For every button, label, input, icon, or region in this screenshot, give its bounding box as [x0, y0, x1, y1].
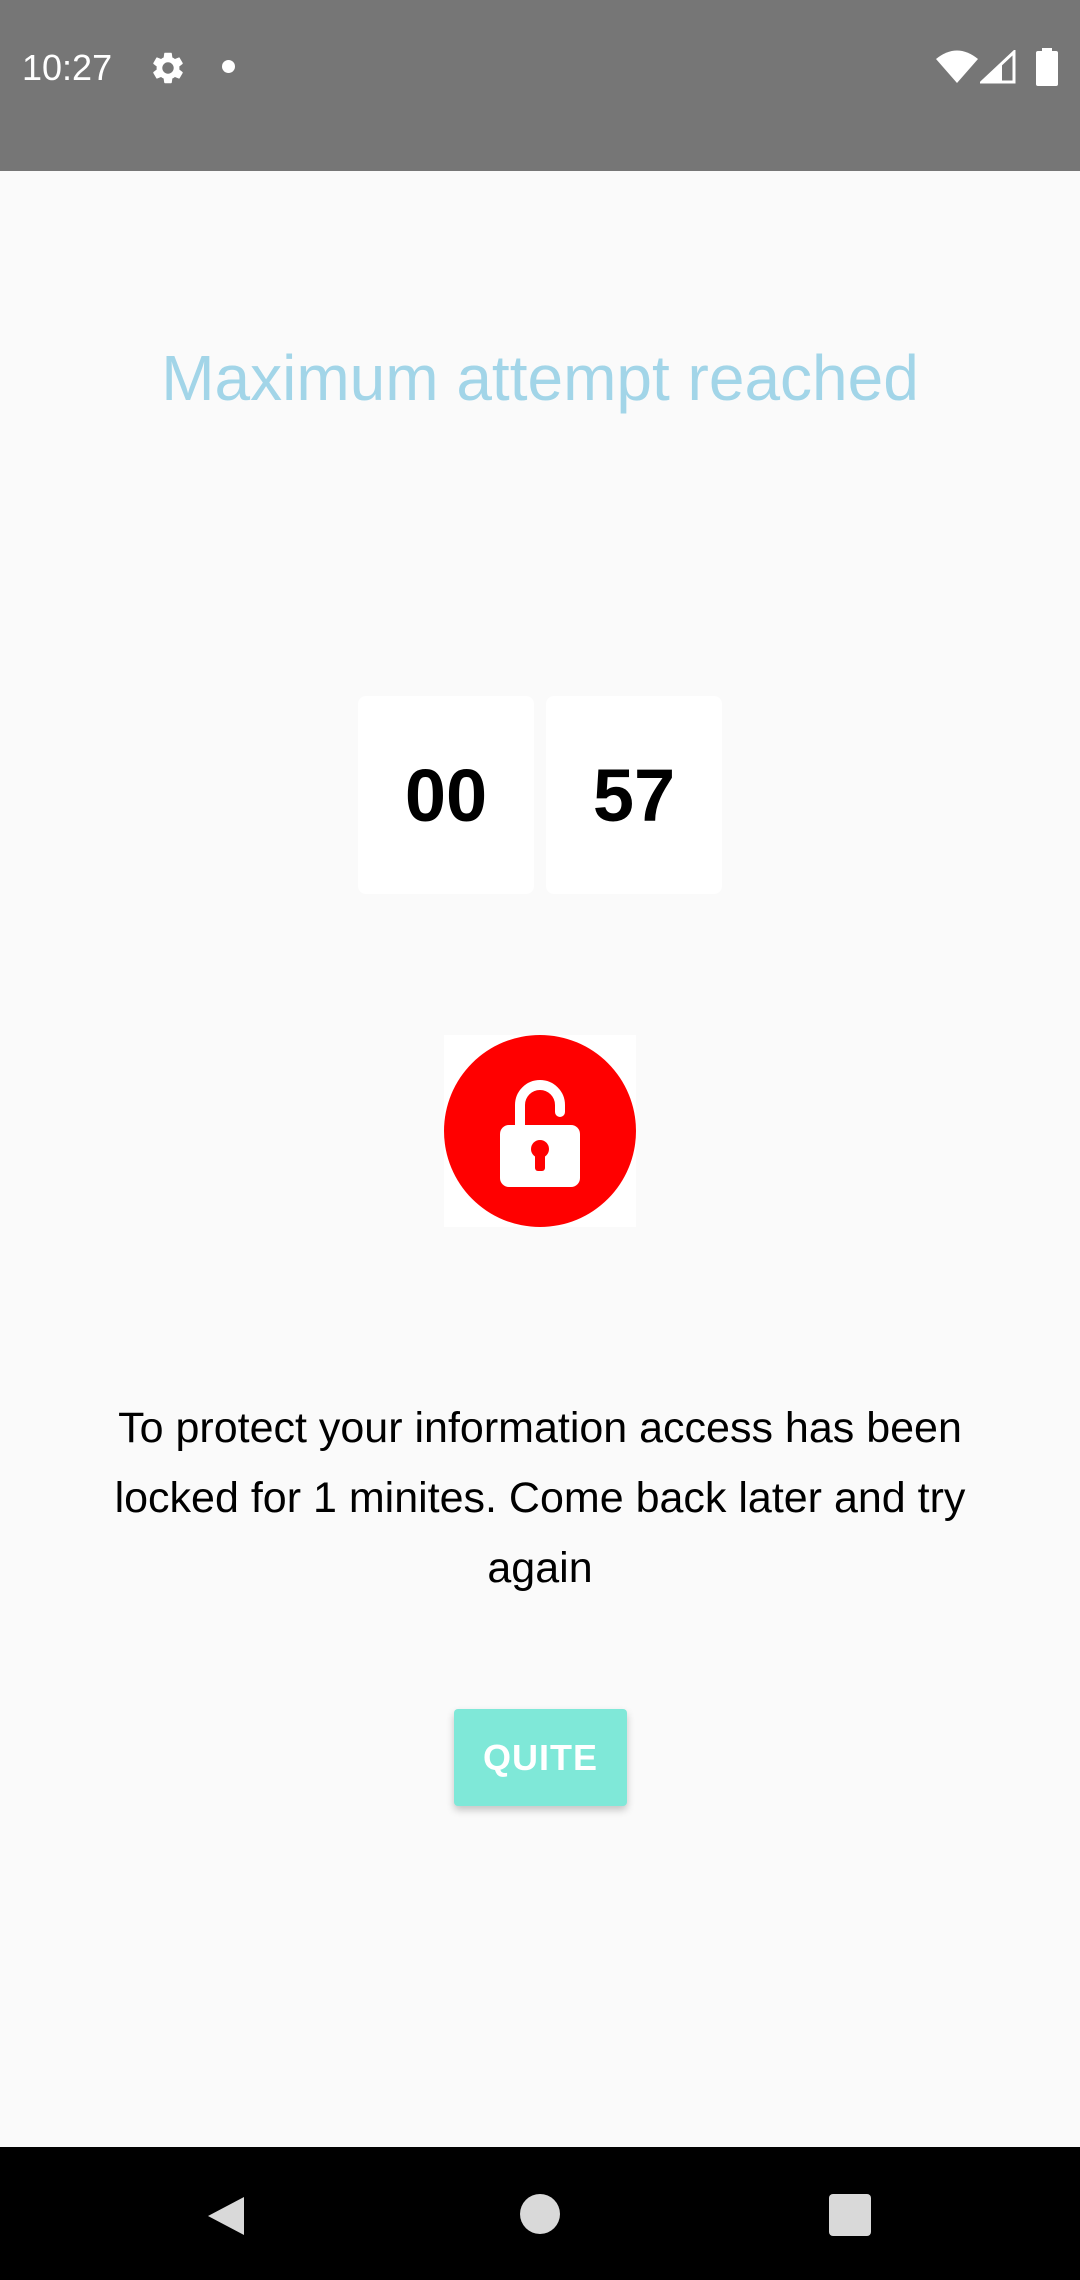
- wifi-icon: [936, 50, 978, 83]
- lock-badge: [444, 1035, 636, 1227]
- signal-icon: [980, 50, 1016, 84]
- back-icon[interactable]: [204, 2193, 248, 2239]
- status-bar: 10:27: [0, 0, 1080, 171]
- lockout-message: To protect your information access has b…: [114, 1404, 966, 1592]
- timer-seconds: 57: [546, 696, 722, 894]
- navigation-bar: [0, 2147, 1080, 2280]
- home-icon[interactable]: [520, 2194, 560, 2234]
- lock-icon: [444, 1035, 636, 1227]
- page-title: Maximum attempt reached: [161, 342, 919, 414]
- timer-minutes: 00: [358, 696, 534, 894]
- status-time: 10:27: [22, 47, 113, 88]
- battery-icon: [1036, 48, 1058, 86]
- gear-icon: [153, 52, 183, 84]
- quit-button[interactable]: QUITE: [454, 1709, 627, 1806]
- recents-icon[interactable]: [829, 2194, 871, 2236]
- notification-dot-icon: [222, 60, 235, 73]
